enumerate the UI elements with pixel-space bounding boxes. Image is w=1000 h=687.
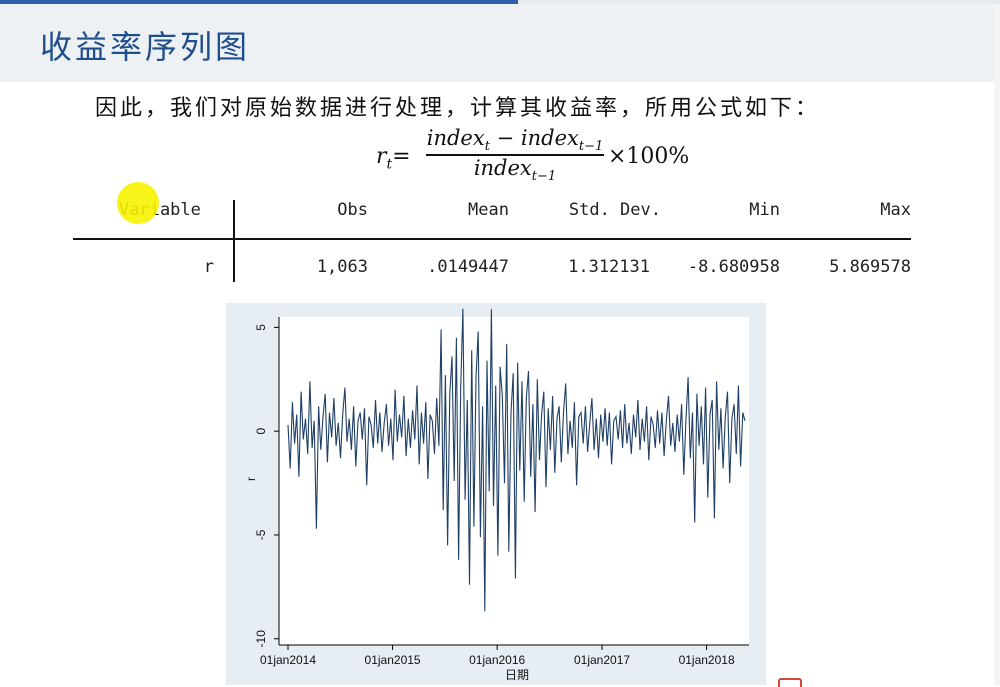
header-std-dev: Std. Dev. [568,200,661,220]
x-tick-label: 01jan2014 [260,653,316,667]
header-obs: Obs [337,200,368,220]
intro-text: 因此，我们对原始数据进行处理，计算其收益率，所用公式如下： [95,96,821,121]
formula-denominator: indext−1 [424,156,606,184]
row-max: 5.869578 [829,257,911,277]
header-max: Max [880,200,911,220]
x-tick-label: 01jan2015 [365,653,421,667]
y-tick-label: -10 [254,630,268,648]
row-std-dev: 1.312131 [568,257,650,277]
header-min: Min [749,200,780,220]
y-tick-label: -5 [254,529,268,540]
y-tick-label: 0 [254,428,268,435]
table-column-rule [233,200,235,282]
num-minus: − [489,126,521,150]
pen-tool-icon[interactable] [778,678,802,687]
y-axis-ticks: -10 -5 0 5 [254,324,279,648]
den-var: index [473,155,532,180]
formula-fraction: indext − indext−1 indext−1 [424,126,606,184]
formula-lhs-var: r [376,144,387,169]
slide-header: 收益率序列图 [0,4,1000,82]
table-header-rule [73,238,911,240]
formula-times: ×100% [608,144,690,169]
y-tick-label: 5 [254,324,268,331]
x-axis-label: 日期 [505,668,529,682]
formula-numerator: indext − indext−1 [424,126,606,154]
x-tick-label: 01jan2016 [469,653,525,667]
num-b-sub: t−1 [578,139,604,155]
x-tick-label: 01jan2017 [574,653,630,667]
summary-stats-table: Variable Obs Mean Std. Dev. Min Max r 1,… [73,196,911,286]
returns-line-chart: -10-505 01jan2014 01jan2015 01jan2016 01jan… [244,308,749,682]
pointer-highlight [117,182,159,224]
formula-lhs: rt= [376,144,411,172]
row-min: -8.680958 [687,257,780,277]
x-axis-ticks: 01jan2014 01jan2015 01jan2016 01jan2017 01ja… [260,645,735,667]
row-obs: 1,063 [316,257,368,277]
slide-title: 收益率序列图 [40,28,251,66]
row-variable: r [203,257,214,277]
formula-eq: = [392,144,411,169]
row-mean: .0149447 [427,257,509,277]
x-tick-label: 01jan2018 [679,653,735,667]
y-axis-label: r [244,477,258,481]
den-sub: t−1 [531,168,557,184]
num-a: index [426,126,485,150]
num-b: index [520,126,579,150]
vertical-scrollbar[interactable] [994,4,1000,685]
header-mean: Mean [468,200,509,220]
